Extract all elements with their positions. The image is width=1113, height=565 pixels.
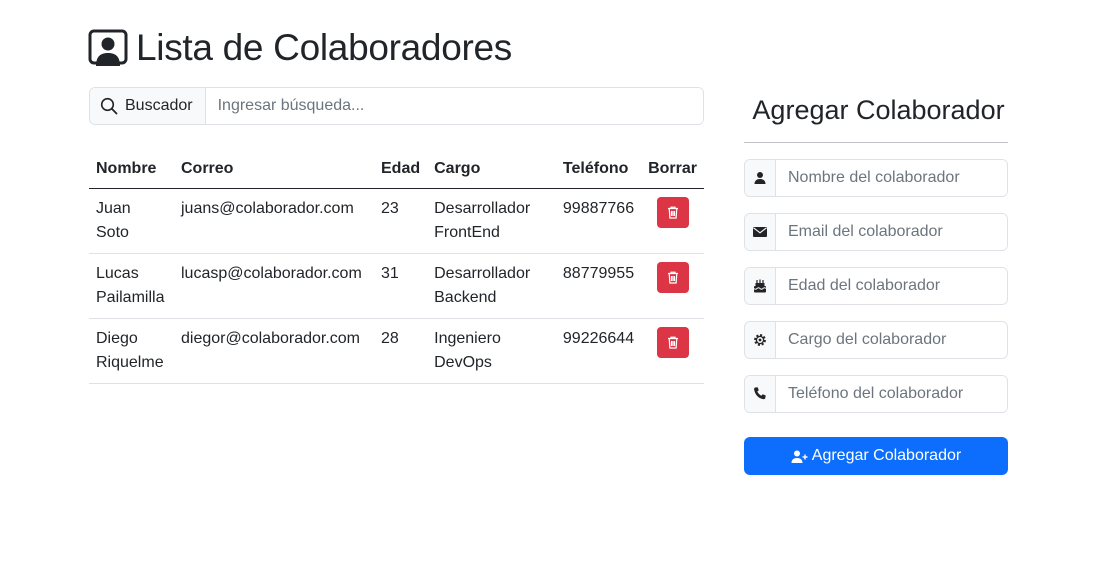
phone-icon bbox=[754, 387, 766, 400]
cell-email: lucasp@colaborador.com bbox=[174, 253, 374, 319]
search-icon bbox=[100, 97, 118, 115]
cake-icon bbox=[753, 279, 767, 293]
search-label: Buscador bbox=[125, 97, 193, 114]
cell-email: diegor@colaborador.com bbox=[174, 318, 374, 384]
search-bar: Buscador bbox=[89, 87, 704, 125]
age-addon bbox=[745, 268, 776, 304]
add-collaborator-label: Agregar Colaborador bbox=[811, 447, 962, 464]
header-correo: Correo bbox=[174, 150, 374, 189]
table-row: Juan Soto juans@colaborador.com 23 Desar… bbox=[89, 188, 704, 254]
gear-icon bbox=[754, 334, 766, 346]
cell-age: 31 bbox=[374, 253, 428, 319]
cell-name: Juan Soto bbox=[89, 188, 174, 254]
page-header: Lista de Colaboradores bbox=[88, 26, 512, 70]
email-field-group bbox=[744, 213, 1008, 251]
table-header-row: Nombre Correo Edad Cargo Teléfono Borrar bbox=[89, 150, 704, 189]
cell-delete bbox=[641, 318, 704, 384]
role-addon bbox=[745, 322, 776, 358]
collaborators-table: Nombre Correo Edad Cargo Teléfono Borrar… bbox=[89, 150, 704, 384]
envelope-icon bbox=[753, 227, 767, 237]
trash-icon bbox=[668, 336, 679, 349]
role-field-group bbox=[744, 321, 1008, 359]
search-input[interactable] bbox=[205, 88, 703, 124]
cell-email: juans@colaborador.com bbox=[174, 188, 374, 254]
age-input[interactable] bbox=[776, 268, 1007, 304]
email-addon bbox=[745, 214, 776, 250]
cell-phone: 88779955 bbox=[555, 253, 642, 319]
cell-phone: 99887766 bbox=[555, 188, 642, 254]
trash-icon bbox=[668, 206, 679, 219]
name-addon bbox=[745, 160, 776, 196]
cell-delete bbox=[641, 188, 704, 254]
delete-button[interactable] bbox=[657, 196, 690, 228]
name-field-group bbox=[744, 159, 1008, 197]
cell-delete bbox=[641, 253, 704, 319]
header-edad: Edad bbox=[374, 150, 428, 189]
header-telefono: Teléfono bbox=[555, 150, 642, 189]
cell-phone: 99226644 bbox=[555, 318, 642, 384]
name-input[interactable] bbox=[776, 160, 1007, 196]
age-field-group bbox=[744, 267, 1008, 305]
trash-icon bbox=[668, 271, 679, 284]
cell-age: 28 bbox=[374, 318, 428, 384]
phone-field-group bbox=[744, 375, 1008, 413]
phone-addon bbox=[745, 376, 776, 412]
phone-input[interactable] bbox=[776, 376, 1007, 412]
header-nombre: Nombre bbox=[89, 150, 174, 189]
delete-button[interactable] bbox=[657, 261, 690, 293]
table-row: Diego Riquelme diegor@colaborador.com 28… bbox=[89, 318, 704, 384]
person-badge-icon bbox=[88, 29, 128, 66]
cell-role: Ingeniero DevOps bbox=[427, 318, 556, 384]
form-title: Agregar Colaborador bbox=[752, 95, 1005, 125]
role-input[interactable] bbox=[776, 322, 1007, 358]
add-collaborator-button[interactable]: Agregar Colaborador bbox=[744, 437, 1008, 475]
person-icon bbox=[754, 172, 766, 184]
search-label-addon: Buscador bbox=[90, 88, 206, 124]
person-add-icon bbox=[791, 450, 808, 463]
header-cargo: Cargo bbox=[427, 150, 556, 189]
add-collaborator-form: Agregar Colaborador Agregar Colaborador bbox=[744, 90, 1008, 475]
email-input[interactable] bbox=[776, 214, 1007, 250]
cell-role: Desarrollador Backend bbox=[427, 253, 556, 319]
cell-age: 23 bbox=[374, 188, 428, 254]
form-divider bbox=[744, 142, 1008, 143]
header-borrar: Borrar bbox=[641, 150, 704, 189]
cell-name: Diego Riquelme bbox=[89, 318, 174, 384]
cell-name: Lucas Pailamilla bbox=[89, 253, 174, 319]
table-row: Lucas Pailamilla lucasp@colaborador.com … bbox=[89, 253, 704, 319]
page-title: Lista de Colaboradores bbox=[136, 27, 512, 68]
cell-role: Desarrollador FrontEnd bbox=[427, 188, 556, 254]
delete-button[interactable] bbox=[657, 326, 690, 358]
